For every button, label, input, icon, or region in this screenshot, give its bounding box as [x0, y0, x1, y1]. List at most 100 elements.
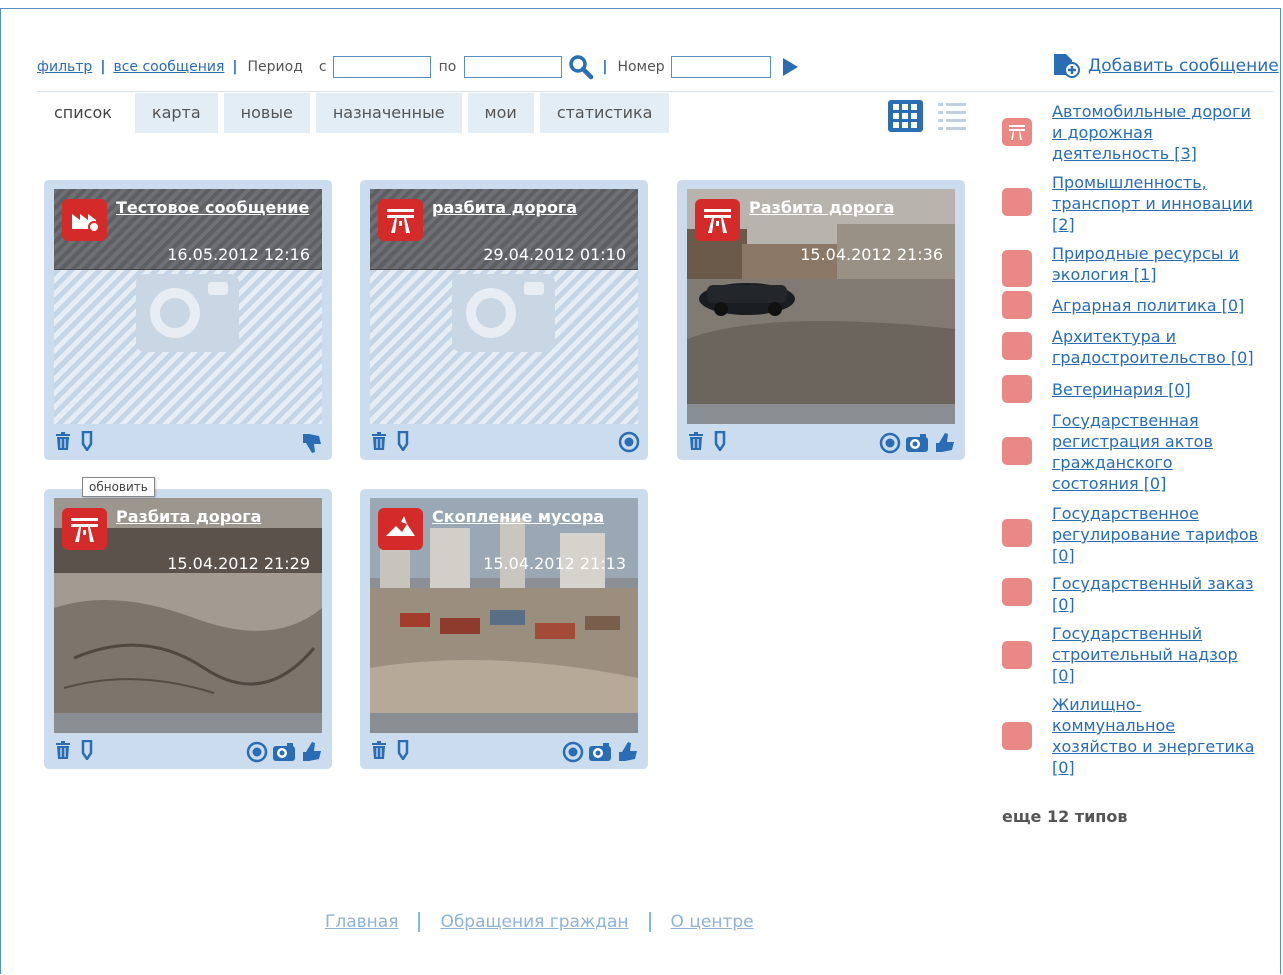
location-target-icon[interactable] [618, 431, 640, 453]
architecture-icon [1002, 332, 1032, 360]
ecology-icon [1002, 250, 1032, 278]
trash-icon[interactable] [53, 740, 73, 760]
road-icon [695, 199, 740, 241]
category-label[interactable]: Жилищно-коммунальное хозяйство и энергет… [1052, 694, 1262, 778]
card-actions-left [53, 431, 97, 451]
card-date: 29.04.2012 01:10 [483, 245, 626, 264]
thumbs-up-icon[interactable] [616, 740, 640, 764]
trash-icon[interactable] [53, 431, 73, 451]
card-title[interactable]: разбита дорога [432, 198, 577, 217]
to-label: по [438, 59, 457, 75]
card-date: 15.04.2012 21:29 [167, 554, 310, 573]
number-label: Номер [617, 59, 665, 75]
location-target-icon[interactable] [879, 432, 901, 454]
date-from-input[interactable] [332, 56, 431, 78]
card-actions-right [562, 740, 640, 764]
message-card[interactable]: Разбита дорога 15.04.2012 21:29 [44, 489, 332, 769]
trash-icon[interactable] [369, 740, 389, 760]
card-date: 15.04.2012 21:36 [800, 245, 943, 264]
camera-icon [452, 274, 555, 352]
thumbs-up-icon[interactable] [933, 431, 957, 455]
thumbs-down-icon[interactable] [300, 431, 324, 455]
tab-list[interactable]: список [37, 93, 129, 133]
play-arrow-icon[interactable] [782, 58, 798, 76]
road-icon [62, 508, 107, 550]
number-input[interactable] [670, 56, 771, 78]
footer-link-about[interactable]: О центре [671, 912, 754, 932]
card-image-area[interactable]: Разбита дорога 15.04.2012 21:36 [687, 189, 955, 424]
footer-separator [648, 912, 651, 932]
add-message-label: Добавить сообщение [1088, 56, 1279, 76]
category-label[interactable]: Государственная регистрация актов гражда… [1052, 410, 1262, 494]
pin-icon[interactable] [77, 431, 97, 451]
more-types-link[interactable]: еще 12 типов [1002, 807, 1127, 826]
list-view-icon[interactable] [938, 101, 966, 131]
message-card[interactable]: Разбита дорога 15.04.2012 21:36 [677, 180, 965, 460]
agriculture-icon [1002, 291, 1032, 319]
filter-bar: фильтр | все сообщения | Период с по | Н… [37, 54, 798, 80]
footer-link-appeals[interactable]: Обращения граждан [440, 912, 628, 932]
pin-icon[interactable] [77, 740, 97, 760]
category-label[interactable]: Государственный заказ [0] [1052, 573, 1262, 615]
search-icon[interactable] [568, 54, 594, 80]
grid-view-icon[interactable] [888, 100, 923, 132]
filter-link[interactable]: фильтр [37, 59, 92, 75]
category-label[interactable]: Природные ресурсы и экология [1] [1052, 243, 1262, 285]
photo-camera-icon[interactable] [905, 432, 929, 454]
road-icon [378, 199, 423, 241]
category-label[interactable]: Ветеринария [0] [1052, 379, 1262, 400]
trash-icon[interactable] [686, 431, 706, 451]
footer-nav: Главная Обращения граждан О центре [325, 912, 754, 932]
veterinary-icon [1002, 375, 1032, 403]
location-target-icon[interactable] [246, 741, 268, 763]
card-actions-right [300, 431, 324, 455]
message-card[interactable]: разбита дорога 29.04.2012 01:10 [360, 180, 648, 460]
category-label[interactable]: Промышленность, транспорт и инновации [2… [1052, 172, 1262, 235]
tab-statistics[interactable]: статистика [539, 93, 670, 133]
category-label[interactable]: Архитектура и градостроительство [0] [1052, 326, 1262, 368]
card-actions-left [53, 740, 97, 760]
pin-icon[interactable] [393, 431, 413, 451]
card-date: 15.04.2012 21:13 [483, 554, 626, 573]
card-actions-left [686, 431, 730, 451]
footer-link-home[interactable]: Главная [325, 912, 398, 932]
from-label: с [318, 59, 327, 75]
category-label[interactable]: Государственное регулирование тарифов [0… [1052, 503, 1262, 566]
card-actions-right [618, 431, 640, 453]
card-title[interactable]: Скопление мусора [432, 507, 604, 526]
order-icon [1002, 578, 1032, 606]
pin-icon[interactable] [710, 431, 730, 451]
category-label[interactable]: Автомобильные дороги и дорожная деятельн… [1052, 101, 1262, 164]
card-image-area[interactable]: разбита дорога 29.04.2012 01:10 [370, 189, 638, 424]
message-card[interactable]: Тестовое сообщение 16.05.2012 12:16 [44, 180, 332, 460]
trash-icon[interactable] [369, 431, 389, 451]
tooltip: обновить [82, 477, 155, 497]
tab-map[interactable]: карта [134, 93, 218, 133]
all-messages-link[interactable]: все сообщения [113, 59, 224, 75]
card-actions-left [369, 740, 413, 760]
photo-footer [687, 404, 955, 424]
message-card[interactable]: Скопление мусора 15.04.2012 21:13 [360, 489, 648, 769]
card-image-area[interactable]: Разбита дорога 15.04.2012 21:29 [54, 498, 322, 733]
tariff-icon [1002, 519, 1032, 547]
date-to-input[interactable] [464, 56, 563, 78]
housing-icon [1002, 722, 1032, 750]
pin-icon[interactable] [393, 740, 413, 760]
add-message-button[interactable]: Добавить сообщение [1052, 53, 1279, 79]
tab-mine[interactable]: мои [467, 93, 534, 133]
card-title[interactable]: Разбита дорога [116, 507, 261, 526]
card-image-area[interactable]: Тестовое сообщение 16.05.2012 12:16 [54, 189, 322, 424]
card-title[interactable]: Тестовое сообщение [116, 198, 309, 217]
camera-icon [136, 274, 239, 352]
tab-assigned[interactable]: назначенные [315, 93, 462, 133]
thumbs-up-icon[interactable] [300, 740, 324, 764]
card-title[interactable]: Разбита дорога [749, 198, 894, 217]
photo-camera-icon[interactable] [272, 741, 296, 763]
card-image-area[interactable]: Скопление мусора 15.04.2012 21:13 [370, 498, 638, 733]
location-target-icon[interactable] [562, 741, 584, 763]
category-label[interactable]: Государственный строительный надзор [0] [1052, 623, 1262, 686]
photo-footer [54, 713, 322, 733]
tab-new[interactable]: новые [223, 93, 310, 133]
category-label[interactable]: Аграрная политика [0] [1052, 295, 1262, 316]
photo-camera-icon[interactable] [588, 741, 612, 763]
